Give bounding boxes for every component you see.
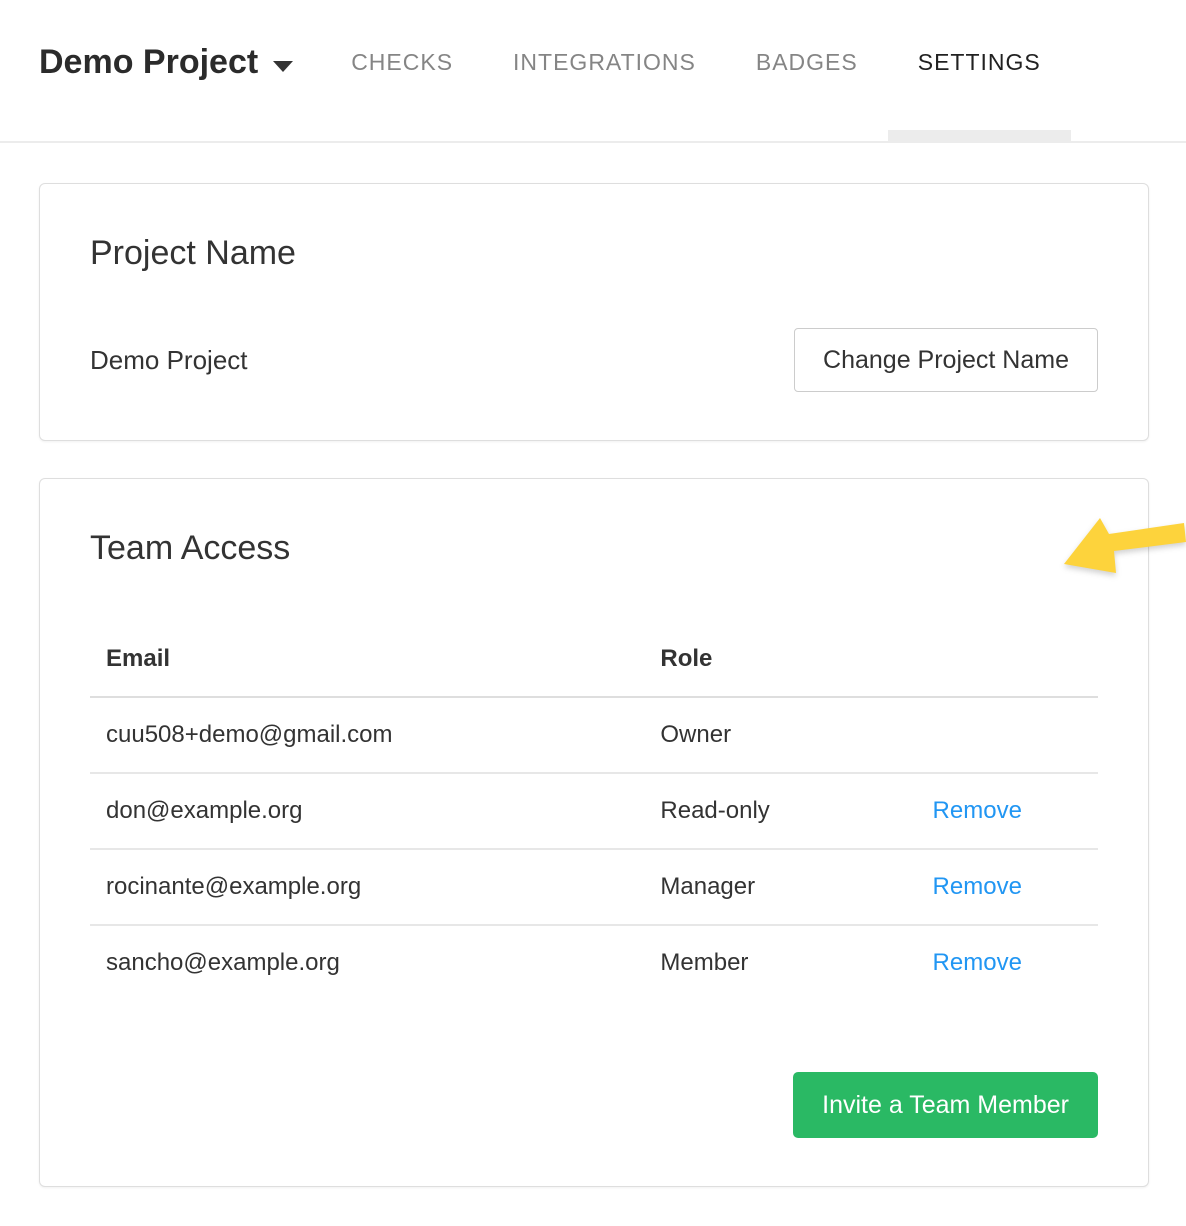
top-nav: Demo Project CHECKS INTEGRATIONS BADGES … (0, 0, 1186, 143)
team-access-card: Team Access Email Role cuu508+demo@gmail… (39, 478, 1149, 1187)
member-role: Owner (644, 697, 916, 773)
member-action-cell: Remove (917, 849, 1098, 925)
member-email: cuu508+demo@gmail.com (90, 697, 644, 773)
project-tabs: CHECKS INTEGRATIONS BADGES SETTINGS (321, 0, 1071, 141)
action-column-header (917, 622, 1098, 697)
current-project-name: Demo Project (90, 345, 248, 376)
project-name-row: Demo Project Change Project Name (90, 328, 1098, 392)
table-row: sancho@example.org Member Remove (90, 925, 1098, 1000)
project-name-card-title: Project Name (90, 232, 1098, 274)
remove-member-link[interactable]: Remove (933, 873, 1022, 900)
tab-badges[interactable]: BADGES (726, 0, 888, 141)
member-role: Member (644, 925, 916, 1000)
tab-integrations[interactable]: INTEGRATIONS (483, 0, 726, 141)
invite-row: Invite a Team Member (90, 1072, 1098, 1138)
remove-member-link[interactable]: Remove (933, 949, 1022, 976)
change-project-name-button[interactable]: Change Project Name (794, 328, 1098, 392)
email-column-header: Email (90, 622, 644, 697)
member-email: don@example.org (90, 773, 644, 849)
invite-team-member-button[interactable]: Invite a Team Member (793, 1072, 1098, 1138)
table-row: rocinante@example.org Manager Remove (90, 849, 1098, 925)
remove-member-link[interactable]: Remove (933, 797, 1022, 824)
project-switcher-label: Demo Project (39, 44, 258, 81)
tab-settings[interactable]: SETTINGS (888, 0, 1071, 141)
settings-page: Project Name Demo Project Change Project… (0, 143, 1186, 1187)
project-name-card: Project Name Demo Project Change Project… (39, 183, 1149, 441)
table-row: don@example.org Read-only Remove (90, 773, 1098, 849)
member-role: Read-only (644, 773, 916, 849)
role-column-header: Role (644, 622, 916, 697)
member-email: rocinante@example.org (90, 849, 644, 925)
team-access-card-title: Team Access (90, 527, 1098, 569)
table-row: cuu508+demo@gmail.com Owner (90, 697, 1098, 773)
table-header-row: Email Role (90, 622, 1098, 697)
member-action-cell: Remove (917, 925, 1098, 1000)
tab-checks[interactable]: CHECKS (321, 0, 483, 141)
member-action-cell (917, 697, 1098, 773)
member-role: Manager (644, 849, 916, 925)
member-action-cell: Remove (917, 773, 1098, 849)
caret-down-icon (273, 61, 293, 72)
team-members-table: Email Role cuu508+demo@gmail.com Owner d… (90, 622, 1098, 1000)
project-switcher[interactable]: Demo Project (39, 44, 293, 81)
member-email: sancho@example.org (90, 925, 644, 1000)
